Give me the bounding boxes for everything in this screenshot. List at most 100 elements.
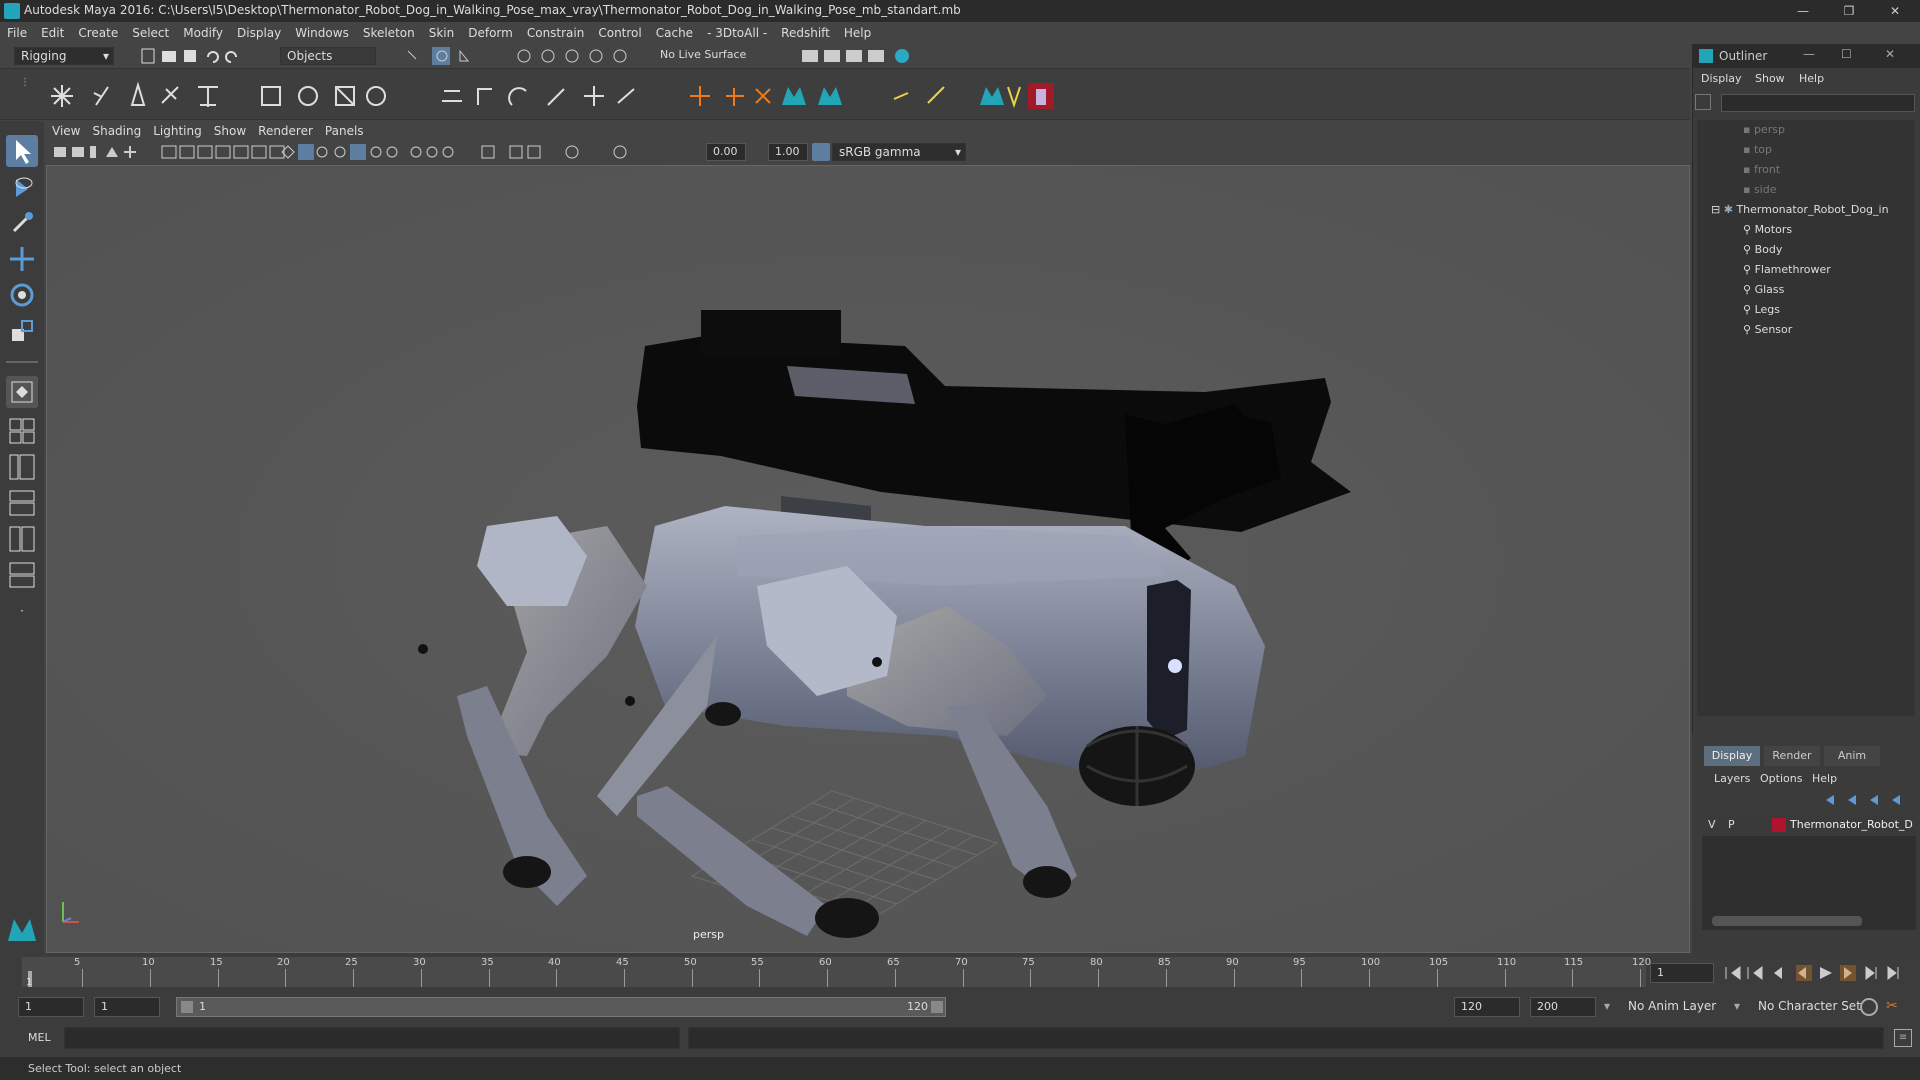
menu-control[interactable]: Control [591,22,648,44]
current-frame-field[interactable]: 1 [1650,963,1714,983]
outliner-item-side[interactable]: ▪ side [1743,180,1777,200]
gamma-field[interactable]: 1.00 [768,143,808,161]
color-space-dropdown[interactable]: sRGB gamma ▾ [832,143,966,161]
menuset-dropdown[interactable]: Rigging ▾ [14,47,114,65]
layer-name[interactable]: Thermonator_Robot_D [1790,818,1913,831]
shelf-options-icon[interactable]: ⋮ [20,77,30,113]
hypershade-layout-icon[interactable] [6,523,38,555]
command-input[interactable] [64,1027,680,1049]
menu-display[interactable]: Display [230,22,288,44]
preferences-icon[interactable]: ✂ [1886,998,1904,1016]
outliner-close-button[interactable]: ✕ [1885,47,1895,61]
panel-menu-panels[interactable]: Panels [319,121,370,141]
3d-viewport[interactable]: persp [46,165,1690,953]
script-editor-icon[interactable]: ≡ [1894,1029,1912,1047]
auto-key-icon[interactable] [1860,998,1878,1016]
playback-start-field[interactable]: 1 [94,997,160,1017]
panel-menu-lighting[interactable]: Lighting [147,121,208,141]
layer-playback-toggle[interactable]: P [1728,818,1735,831]
exposure-field[interactable]: 0.00 [706,143,746,161]
four-view-layout-icon[interactable] [6,415,38,447]
close-button[interactable]: ✕ [1872,0,1918,22]
layer-tab-anim[interactable]: Anim [1824,746,1880,766]
render-toolbar[interactable] [800,47,920,65]
panel-menu-show[interactable]: Show [208,121,252,141]
character-set-dropdown[interactable]: No Character Set [1752,997,1876,1017]
menu-file[interactable]: File [0,22,34,44]
single-perspective-layout-icon[interactable] [6,376,38,408]
menu-windows[interactable]: Windows [288,22,356,44]
menu-help[interactable]: Help [837,22,878,44]
select-tool-icon[interactable] [6,135,38,167]
collapse-icon[interactable]: ⊟ [1711,203,1720,216]
persp-graph-layout-icon[interactable] [6,487,38,519]
maximize-button[interactable]: ❐ [1826,0,1872,22]
chevron-down-icon[interactable]: ▾ [1604,999,1610,1013]
layer-menu-layers[interactable]: Layers [1714,772,1750,785]
outliner-item-sensor[interactable]: ⚲ Sensor [1743,320,1792,340]
rigging-shelf-icons[interactable] [44,79,1064,113]
layer-hscrollbar[interactable] [1712,916,1862,926]
outliner-filter-icon[interactable] [1695,94,1711,110]
range-end-handle[interactable] [931,1001,943,1013]
outliner-item-root[interactable]: ⊟ ✱ Thermonator_Robot_Dog_in [1711,200,1889,220]
outliner-item-glass[interactable]: ⚲ Glass [1743,280,1784,300]
paint-select-tool-icon[interactable] [6,207,38,239]
chevron-down-icon[interactable]: ▾ [1734,999,1740,1013]
menu-redshift[interactable]: Redshift [774,22,837,44]
outliner-item-flamethrower[interactable]: ⚲ Flamethrower [1743,260,1831,280]
snap-toolbar[interactable] [402,47,642,65]
outliner-maximize-button[interactable]: ☐ [1841,47,1852,61]
outliner-layout-icon[interactable] [6,559,38,591]
outliner-search-input[interactable] [1721,94,1915,112]
panel-menu-shading[interactable]: Shading [86,121,147,141]
layer-color-swatch[interactable] [1772,818,1786,832]
panel-menu-view[interactable]: View [46,121,86,141]
outliner-item-persp[interactable]: ▪ persp [1743,120,1785,140]
layer-menu-help[interactable]: Help [1812,772,1837,785]
time-slider[interactable]: 5 10 15 20 25 30 35 40 45 50 55 60 65 70 75 80 85 90 95 100… [0,953,1920,993]
anim-layer-dropdown[interactable]: No Anim Layer [1622,997,1742,1017]
minimize-button[interactable]: — [1780,0,1826,22]
live-surface-label[interactable]: No Live Surface [660,48,746,61]
menu-edit[interactable]: Edit [34,22,71,44]
menu-create[interactable]: Create [71,22,125,44]
playback-end-field[interactable]: 120 [1454,997,1520,1017]
playback-controls[interactable] [1722,963,1918,983]
color-management-toggle-icon[interactable] [812,143,830,161]
menu-skeleton[interactable]: Skeleton [356,22,422,44]
layer-tab-render[interactable]: Render [1764,746,1820,766]
lasso-tool-icon[interactable] [6,171,38,203]
menu-deform[interactable]: Deform [461,22,520,44]
menu-modify[interactable]: Modify [176,22,230,44]
rotate-tool-icon[interactable] [6,279,38,311]
layer-row[interactable]: V P Thermonator_Robot_D [1702,814,1916,836]
range-slider[interactable]: 1 120 [176,997,946,1017]
file-toolbar[interactable] [140,47,260,65]
outliner-item-motors[interactable]: ⚲ Motors [1743,220,1792,240]
outliner-item-top[interactable]: ▪ top [1743,140,1772,160]
layer-tab-display[interactable]: Display [1704,746,1760,766]
outliner-menu-display[interactable]: Display [1701,72,1742,85]
more-layouts-icon[interactable]: · [6,595,38,627]
outliner-item-legs[interactable]: ⚲ Legs [1743,300,1780,320]
selection-mode-dropdown[interactable]: Objects [280,47,376,65]
menu-skin[interactable]: Skin [422,22,462,44]
end-time-field[interactable]: 200 [1530,997,1596,1017]
layer-action-icons[interactable] [1822,792,1912,808]
move-tool-icon[interactable] [6,243,38,275]
menu-select[interactable]: Select [125,22,176,44]
outliner-item-front[interactable]: ▪ front [1743,160,1780,180]
panel-menu-renderer[interactable]: Renderer [252,121,319,141]
start-time-field[interactable]: 1 [18,997,84,1017]
outliner-minimize-button[interactable]: — [1803,47,1815,61]
layer-menu-options[interactable]: Options [1760,772,1802,785]
command-language-label[interactable]: MEL [28,1031,51,1044]
panel-toolbar-icons[interactable] [52,143,712,161]
scale-tool-icon[interactable] [6,315,38,347]
range-start-handle[interactable] [181,1001,193,1013]
outliner-item-body[interactable]: ⚲ Body [1743,240,1782,260]
persp-outliner-layout-icon[interactable] [6,451,38,483]
layer-visibility-toggle[interactable]: V [1708,818,1716,831]
outliner-menu-show[interactable]: Show [1755,72,1785,85]
